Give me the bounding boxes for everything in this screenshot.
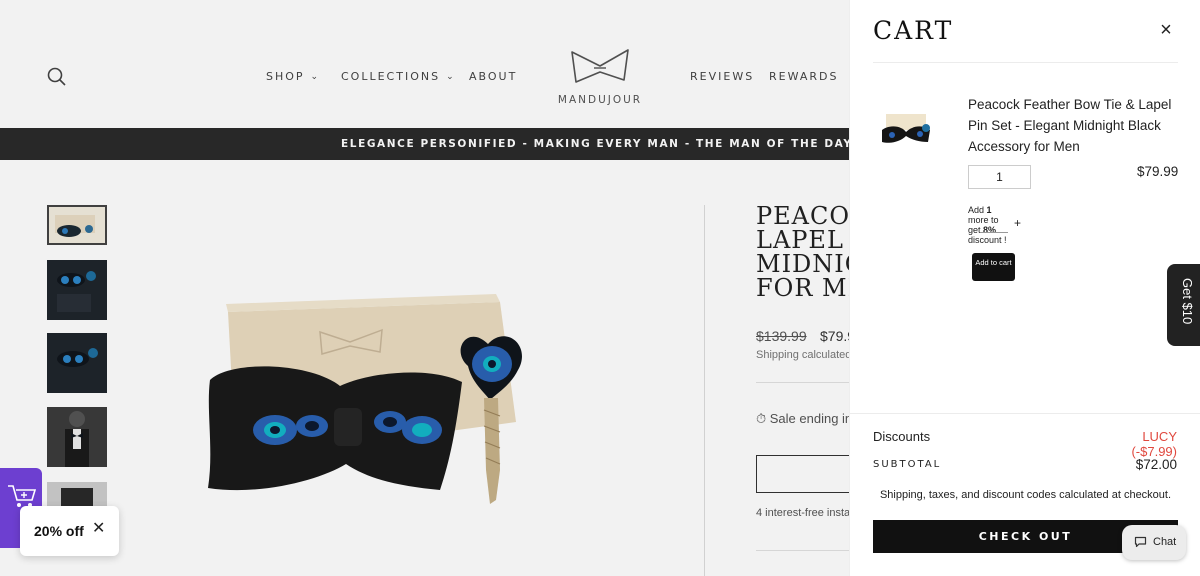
quantity-input[interactable]: 1 [968, 165, 1031, 189]
upsell-add-to-cart-button[interactable]: Add to cart [972, 253, 1015, 281]
cart-item-title[interactable]: Peacock Feather Bow Tie & Lapel Pin Set … [968, 94, 1183, 157]
page-overlay[interactable] [0, 0, 849, 576]
get-10-label: Get $10 [1180, 278, 1195, 325]
cart-title: CART [873, 16, 954, 45]
upsell-text-pre: Add [968, 205, 987, 215]
upsell-percent: 8% [983, 225, 997, 235]
subtotal-value: $72.00 [1135, 457, 1177, 472]
chat-bubble-icon [1134, 536, 1147, 551]
cart-item-price: $79.99 [1137, 164, 1179, 179]
divider [850, 413, 1200, 414]
promo-discount-text: 20% off [34, 523, 84, 539]
checkout-note: Shipping, taxes, and discount codes calc… [879, 489, 1172, 501]
subtotal-label: SUBTOTAL [873, 459, 942, 470]
plus-icon[interactable]: + [1014, 216, 1021, 230]
cart-drawer: CART × Peacock Feather Bow Tie & Lapel P… [849, 0, 1200, 576]
get-10-tab[interactable]: Get $10 [1167, 264, 1200, 346]
chat-button[interactable]: Chat [1122, 525, 1186, 560]
discount-value: LUCY (-$7.99) [1131, 429, 1177, 459]
promo-discount-pill[interactable]: 20% off ✕ [20, 506, 119, 556]
close-icon[interactable]: ✕ [92, 520, 105, 538]
close-icon[interactable]: × [1156, 20, 1176, 40]
chat-label: Chat [1153, 536, 1177, 548]
cart-item-image[interactable] [878, 106, 936, 152]
divider [980, 232, 1008, 233]
upsell-offer: Add 1 more to get 8% discount ! [968, 205, 1008, 245]
upsell-count: 1 [986, 205, 992, 215]
discounts-label: Discounts [873, 429, 931, 444]
upsell-text-post: discount ! [968, 235, 1007, 245]
divider [873, 62, 1178, 63]
